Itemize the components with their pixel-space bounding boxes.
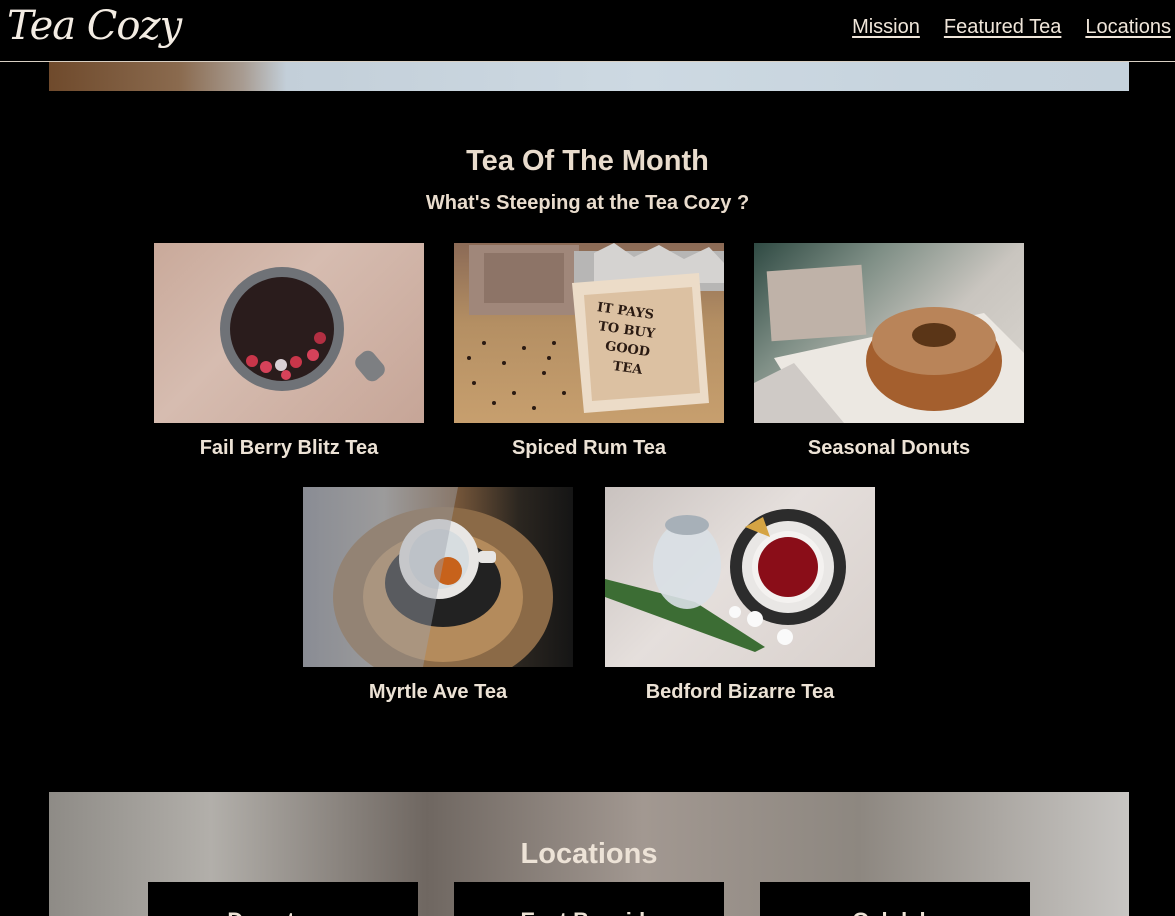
tea-item-label: Myrtle Ave Tea [368, 681, 508, 703]
location-card: Oakdale [760, 882, 1030, 916]
tea-item-label: Fail Berry Blitz Tea [199, 437, 379, 459]
tea-item: Bedford Bizarre Tea [605, 487, 875, 704]
tea-box-photo: IT PAYS TO BUY GOOD TEA [454, 243, 724, 423]
main-nav: Mission Featured Tea Locations [852, 16, 1171, 39]
location-card: East Bayside [454, 882, 724, 916]
tea-item-label: Spiced Rum Tea [511, 437, 667, 459]
tea-item: Seasonal Donuts [754, 243, 1024, 460]
logo[interactable]: Tea Cozy [7, 3, 182, 49]
tea-item: IT PAYS TO BUY GOOD TEA Spiced Rum Tea [454, 243, 724, 460]
tea-cup-photo [303, 487, 573, 667]
tea-item: Myrtle Ave Tea [303, 487, 573, 704]
page: Tea Cozy Mission Featured Tea Locations … [0, 0, 1175, 916]
tea-item-label: Bedford Bizarre Tea [645, 681, 835, 703]
locations-section: Locations Downtown East Bayside Oakdale [49, 792, 1129, 916]
nav-link-mission[interactable]: Mission [852, 16, 920, 39]
nav-link-featured-tea[interactable]: Featured Tea [944, 16, 1062, 39]
location-card-title: East Bayside [521, 908, 658, 916]
donut-photo [754, 243, 1024, 423]
berry-mug-photo [154, 243, 424, 423]
location-card-title: Downtown [227, 908, 338, 916]
tea-of-month-title: Tea Of The Month [466, 145, 709, 177]
location-card-title: Oakdale [852, 908, 938, 916]
tea-item-label: Seasonal Donuts [807, 437, 971, 459]
red-tea-photo [605, 487, 875, 667]
tea-item: Fail Berry Blitz Tea [154, 243, 424, 460]
tea-of-month-subtitle: What's Steeping at the Tea Cozy ? [425, 192, 750, 214]
locations-title: Locations [520, 838, 658, 870]
hero-image [49, 62, 1129, 91]
site-header: Tea Cozy Mission Featured Tea Locations [0, 0, 1175, 62]
nav-link-locations[interactable]: Locations [1085, 16, 1171, 39]
location-card: Downtown [148, 882, 418, 916]
